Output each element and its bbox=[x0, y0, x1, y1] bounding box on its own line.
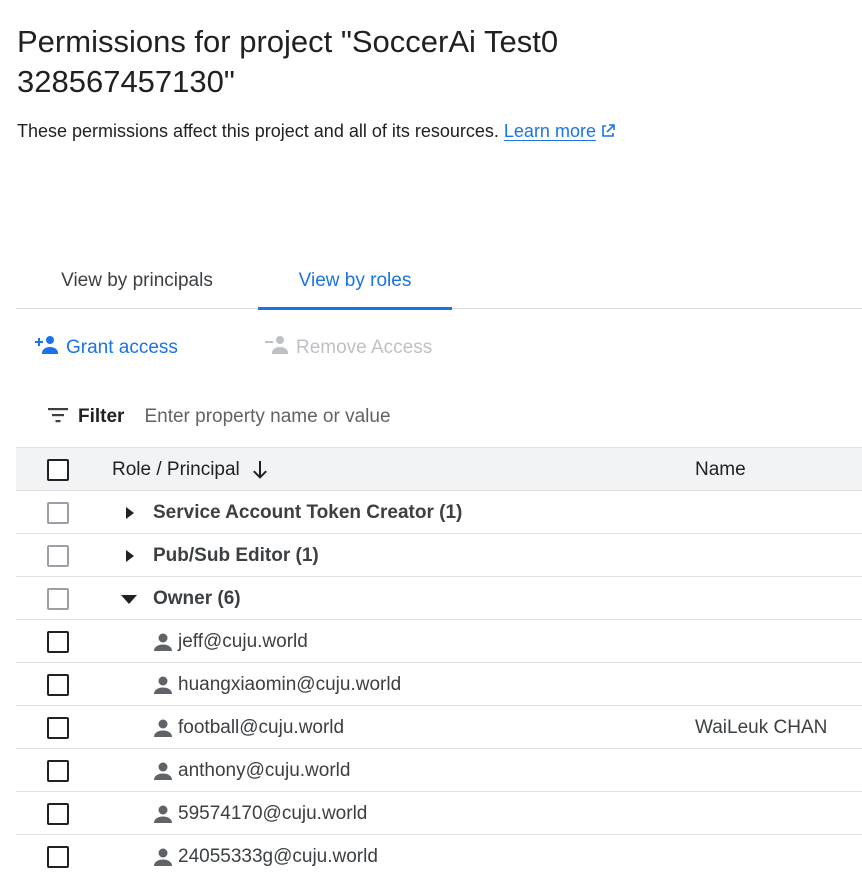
principal-row[interactable]: anthony@cuju.world bbox=[16, 749, 862, 792]
column-header-role[interactable]: Role / Principal bbox=[112, 448, 268, 492]
principal-email: jeff@cuju.world bbox=[178, 630, 308, 652]
row-checkbox[interactable] bbox=[47, 717, 69, 739]
role-row[interactable]: Owner (6) bbox=[16, 577, 862, 620]
roles-table: Role / Principal Name Service Account To… bbox=[16, 447, 862, 877]
tab-view-by-principals[interactable]: View by principals bbox=[16, 258, 258, 309]
role-row[interactable]: Pub/Sub Editor (1) bbox=[16, 534, 862, 577]
row-checkbox[interactable] bbox=[47, 760, 69, 782]
principal-row[interactable]: football@cuju.world WaiLeuk CHAN bbox=[16, 706, 862, 749]
principal-cell: 24055333g@cuju.world bbox=[153, 835, 378, 877]
external-link-icon bbox=[600, 121, 616, 145]
active-tab-indicator bbox=[258, 307, 452, 310]
person-icon bbox=[154, 719, 172, 737]
collapse-caret-icon[interactable] bbox=[120, 577, 138, 620]
add-person-icon bbox=[34, 335, 66, 361]
grant-access-label: Grant access bbox=[66, 337, 178, 358]
person-icon bbox=[154, 848, 172, 866]
principal-row[interactable]: huangxiaomin@cuju.world bbox=[16, 663, 862, 706]
remove-person-icon bbox=[264, 335, 296, 361]
principal-name: WaiLeuk CHAN bbox=[695, 717, 828, 738]
principal-row[interactable]: 59574170@cuju.world bbox=[16, 792, 862, 835]
row-checkbox[interactable] bbox=[47, 588, 69, 610]
principal-cell: football@cuju.world bbox=[153, 706, 344, 749]
row-checkbox[interactable] bbox=[47, 846, 69, 868]
person-icon bbox=[154, 676, 172, 694]
expand-caret-icon[interactable] bbox=[124, 534, 136, 577]
principal-row[interactable]: jeff@cuju.world bbox=[16, 620, 862, 663]
row-checkbox[interactable] bbox=[47, 545, 69, 567]
principal-email: 59574170@cuju.world bbox=[178, 802, 368, 824]
row-checkbox[interactable] bbox=[47, 502, 69, 524]
role-label: Service Account Token Creator (1) bbox=[153, 502, 463, 523]
principal-email: huangxiaomin@cuju.world bbox=[178, 673, 402, 695]
filter-label: Filter bbox=[78, 406, 125, 427]
row-checkbox[interactable] bbox=[47, 631, 69, 653]
grant-access-button[interactable]: Grant access bbox=[34, 334, 178, 362]
role-row[interactable]: Service Account Token Creator (1) bbox=[16, 491, 862, 534]
column-header-name[interactable]: Name bbox=[695, 448, 746, 492]
role-label: Owner (6) bbox=[153, 588, 241, 609]
principal-cell: jeff@cuju.world bbox=[153, 620, 308, 663]
principal-email: anthony@cuju.world bbox=[178, 759, 351, 781]
filter-bar: Filter bbox=[48, 403, 545, 431]
page-title: Permissions for project "SoccerAi Test0 … bbox=[17, 24, 559, 99]
expand-caret-icon[interactable] bbox=[124, 491, 136, 534]
table-header: Role / Principal Name bbox=[16, 447, 862, 491]
remove-access-label: Remove Access bbox=[296, 337, 433, 358]
principal-cell: 59574170@cuju.world bbox=[153, 792, 367, 835]
column-header-role-label: Role / Principal bbox=[112, 459, 240, 480]
filter-input[interactable] bbox=[144, 406, 545, 428]
learn-more-label: Learn more bbox=[503, 121, 596, 141]
description-text: These permissions affect this project an… bbox=[17, 121, 499, 141]
principal-row[interactable]: 24055333g@cuju.world bbox=[16, 835, 862, 877]
remove-access-button[interactable]: Remove Access bbox=[264, 334, 432, 362]
sort-arrow-down-icon bbox=[252, 461, 267, 479]
person-icon bbox=[154, 633, 172, 651]
learn-more-link[interactable]: Learn more bbox=[504, 121, 616, 141]
principal-email: 24055333g@cuju.world bbox=[178, 845, 378, 867]
row-checkbox[interactable] bbox=[47, 674, 69, 696]
filter-icon[interactable] bbox=[48, 407, 68, 428]
role-label: Pub/Sub Editor (1) bbox=[153, 545, 319, 566]
principal-cell: huangxiaomin@cuju.world bbox=[153, 663, 401, 706]
tab-view-by-roles-label: View by roles bbox=[298, 270, 412, 291]
row-checkbox[interactable] bbox=[47, 803, 69, 825]
select-all-checkbox[interactable] bbox=[47, 459, 69, 481]
person-icon bbox=[154, 805, 172, 823]
tab-view-by-roles[interactable]: View by roles bbox=[258, 258, 452, 310]
principal-email: football@cuju.world bbox=[178, 716, 345, 738]
view-tabs: View by principals View by roles bbox=[16, 258, 862, 310]
page-description: These permissions affect this project an… bbox=[17, 119, 616, 145]
person-icon bbox=[154, 762, 172, 780]
principal-cell: anthony@cuju.world bbox=[153, 749, 350, 792]
